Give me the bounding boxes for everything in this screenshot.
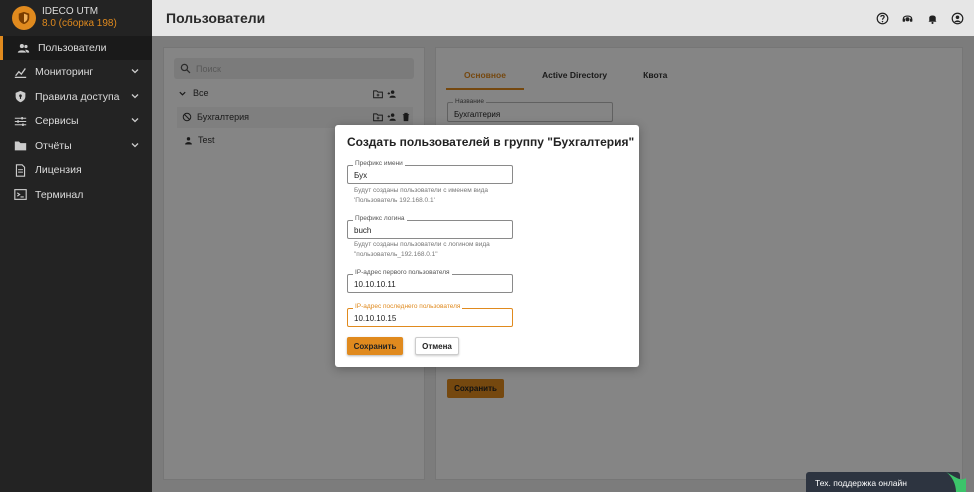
account-icon[interactable] xyxy=(950,11,964,25)
sidebar-item-terminal[interactable]: Терминал xyxy=(0,183,152,208)
sidebar-item-label: Терминал xyxy=(35,188,84,201)
sidebar-item-users[interactable]: Пользователи xyxy=(0,36,152,60)
document-icon xyxy=(13,163,27,177)
sidebar-item-label: Сервисы xyxy=(35,115,79,128)
shield-icon xyxy=(13,90,27,104)
sidebar-item-monitoring[interactable]: Мониторинг xyxy=(0,60,152,85)
sidebar-item-label: Пользователи xyxy=(38,42,107,54)
support-chat-button[interactable]: Тех. поддержка онлайн xyxy=(806,472,960,492)
ip-first-field[interactable]: IP-адрес первого пользователя xyxy=(347,269,513,293)
chart-icon xyxy=(13,65,27,79)
ip-last-field[interactable]: IP-адрес последнего пользователя xyxy=(347,303,513,327)
sidebar: IDECO UTM 8.0 (сборка 198) Пользователи … xyxy=(0,0,152,492)
prefix-name-input[interactable] xyxy=(348,166,512,183)
folder-icon xyxy=(13,139,27,153)
terminal-icon xyxy=(13,188,27,202)
prefix-name-hint: Будут созданы пользователи с именем вида… xyxy=(354,187,488,204)
chevron-down-icon xyxy=(130,91,140,101)
sliders-icon xyxy=(13,114,27,128)
prefix-login-hint: Будут созданы пользователи с логином вид… xyxy=(354,241,490,258)
ideco-logo-icon xyxy=(12,6,36,30)
support-icon[interactable] xyxy=(900,11,914,25)
sidebar-item-label: Мониторинг xyxy=(35,66,94,79)
help-icon[interactable] xyxy=(875,11,889,25)
brand-version: 8.0 (сборка 198) xyxy=(42,18,117,29)
cancel-button[interactable]: Отмена xyxy=(415,337,459,355)
prefix-login-label: Префикс логина xyxy=(353,215,407,222)
page-title: Пользователи xyxy=(166,10,266,26)
sidebar-item-label: Правила доступа xyxy=(35,90,120,103)
ip-last-label: IP-адрес последнего пользователя xyxy=(353,303,463,310)
save-button[interactable]: Сохранить xyxy=(347,337,403,355)
chevron-down-icon xyxy=(130,115,140,125)
create-users-dialog: Создать пользователей в группу "Бухгалте… xyxy=(335,125,639,367)
dialog-title: Создать пользователей в группу "Бухгалте… xyxy=(347,135,635,149)
chevron-down-icon xyxy=(130,66,140,76)
sidebar-item-services[interactable]: Сервисы xyxy=(0,109,152,134)
support-label: Тех. поддержка онлайн xyxy=(815,478,907,488)
bell-icon[interactable] xyxy=(925,11,939,25)
prefix-login-field[interactable]: Префикс логина xyxy=(347,215,513,239)
ip-last-input[interactable] xyxy=(348,309,512,326)
sidebar-item-access-rules[interactable]: Правила доступа xyxy=(0,85,152,110)
brand-name: IDECO UTM xyxy=(42,6,99,17)
ip-first-input[interactable] xyxy=(348,275,512,292)
chevron-down-icon xyxy=(130,140,140,150)
sidebar-item-label: Лицензия xyxy=(35,164,82,177)
online-check-icon xyxy=(946,472,966,492)
sidebar-item-license[interactable]: Лицензия xyxy=(0,158,152,183)
users-icon xyxy=(16,41,30,55)
prefix-name-label: Префикс имени xyxy=(353,160,405,167)
sidebar-item-label: Отчёты xyxy=(35,139,72,152)
sidebar-item-reports[interactable]: Отчёты xyxy=(0,134,152,159)
header: Пользователи xyxy=(152,0,974,36)
brand: IDECO UTM 8.0 (сборка 198) xyxy=(0,0,152,36)
prefix-login-input[interactable] xyxy=(348,221,512,238)
ip-first-label: IP-адрес первого пользователя xyxy=(353,269,452,276)
prefix-name-field[interactable]: Префикс имени xyxy=(347,160,513,184)
